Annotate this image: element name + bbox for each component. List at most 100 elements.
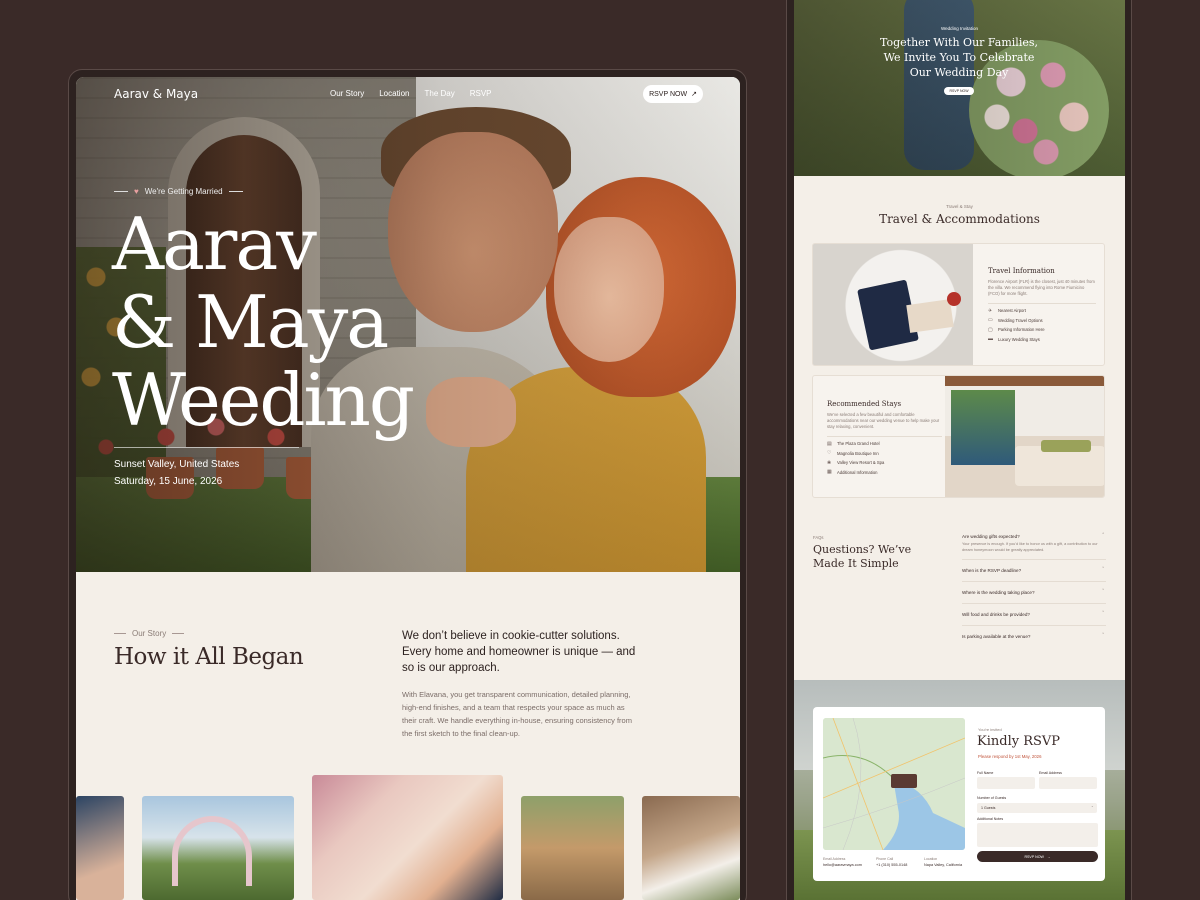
gallery-image-bouquet [642, 796, 740, 900]
nav-link-our-story[interactable]: Our Story [330, 89, 364, 98]
nav-brand[interactable]: Aarav & Maya [114, 87, 198, 101]
stays-title: Recommended Stays [827, 400, 902, 408]
chevron-down-icon: ˇ [1102, 633, 1104, 639]
hotel-icon: ▤ [827, 440, 832, 447]
story-body-text: With Elavana, you get transparent commun… [402, 690, 632, 738]
invitation-title: Together With Our Families, We Invite Yo… [880, 36, 1038, 79]
hero-location: Sunset Valley, United States [114, 459, 240, 470]
story-title: How it All Began [114, 644, 304, 670]
faq-item-deadline[interactable]: When is the RSVP deadline? ˇ [962, 560, 1106, 582]
hero-title: Aarav & Maya Weeding [112, 205, 472, 439]
rsvp-now-label: RSVP NOW [649, 90, 688, 98]
faq-answer: Your presence is enough. If you'd like t… [962, 542, 1098, 552]
faq-item-food[interactable]: Will food and drinks be provided? ˇ [962, 604, 1106, 626]
recommended-stays-card: Recommended Stays We've selected a few b… [812, 375, 1105, 498]
arrow-right-icon: → [1046, 854, 1051, 859]
stays-text: We've selected a few beautiful and comfo… [827, 412, 940, 429]
gallery-image-floral-arch [142, 796, 294, 900]
faq-item-parking[interactable]: Is parking available at the venue? ˇ [962, 626, 1106, 647]
hero-eyebrow-text: We're Getting Married [144, 187, 223, 196]
heart-outline-icon: ♡ [827, 450, 832, 457]
guests-select-value: 1 Guests [981, 806, 996, 810]
venue-map[interactable] [823, 718, 965, 850]
full-name-label: Full Name [977, 771, 994, 775]
chevron-down-icon: ˇ [1102, 567, 1104, 573]
contact-email[interactable]: Email Address hello@aaravmaya.com [823, 857, 862, 867]
chevron-down-icon: ˇ [1091, 805, 1093, 810]
contact-phone[interactable]: Phone Call +1 (310) 555-0148 [876, 857, 907, 867]
faq-item-gifts[interactable]: Are wedding gifts expected? Your presenc… [962, 530, 1106, 560]
story-eyebrow: Our Story [114, 629, 185, 638]
hero-title-line-1: Aarav [112, 202, 317, 286]
parking-icon: ▢ [988, 326, 993, 333]
rsvp-submit-button[interactable]: RSVP NOW → [977, 851, 1098, 862]
travel-title: Travel & Accommodations [879, 212, 1040, 226]
passport-table-image [813, 244, 973, 365]
hero-eyebrow: ♥ We're Getting Married [114, 187, 243, 196]
chevron-down-icon: ˇ [1102, 589, 1104, 595]
hero-title-line-3: Weeding [112, 358, 415, 442]
faq-title: Questions? We’ve Made It Simple [813, 543, 912, 570]
email-label: Email Address [1039, 771, 1062, 775]
contact-location-label: Location [924, 857, 938, 861]
faq-eyebrow: FAQs [813, 535, 824, 540]
chevron-down-icon: ˇ [1102, 611, 1104, 617]
hero-section: Aarav & Maya Our Story Location The Day … [76, 77, 740, 572]
hero-title-line-2: & Maya [112, 280, 389, 364]
arrow-up-right-icon: ↗ [691, 91, 697, 98]
gallery-image-rings [312, 775, 503, 900]
rsvp-deadline: Please respond by 1st May, 2026 [978, 754, 1042, 759]
homepage-preview: Aarav & Maya Our Story Location The Day … [76, 77, 740, 900]
faq-item-location[interactable]: Where is the wedding taking place? ˇ [962, 582, 1106, 604]
hotel-room-image [945, 376, 1104, 497]
full-name-input[interactable] [977, 777, 1035, 789]
rsvp-now-button[interactable]: RSVP NOW ↗ [643, 85, 703, 103]
stay-item-magnolia[interactable]: ♡ Magnolia Boutique Inn [827, 449, 942, 459]
guests-label: Number of Guests [977, 796, 1007, 800]
hero-date: Saturday, 15 June, 2026 [114, 476, 223, 487]
bed-icon: ▬ [988, 336, 993, 343]
details-page-preview: Wedding Invitation Together With Our Fam… [794, 0, 1125, 900]
gallery-image-table [521, 796, 624, 900]
travel-item-options[interactable]: ▭ Wedding Travel Options [988, 316, 1096, 326]
faq-question: Is parking available at the venue? [962, 634, 1031, 639]
faq-question: Where is the wedding taking place? [962, 590, 1035, 595]
travel-info-text: Florence Airport (FLR) is the closest, j… [988, 279, 1095, 296]
hero-divider [114, 447, 299, 448]
contact-email-value: hello@aaravmaya.com [823, 863, 862, 867]
gallery-image-hands [76, 796, 124, 900]
story-lead-text: We don’t believe in cookie-cutter soluti… [402, 630, 636, 674]
invitation-rsvp-button[interactable]: RSVP NOW [944, 87, 974, 95]
nav-link-location[interactable]: Location [379, 89, 409, 98]
rsvp-submit-label: RSVP NOW [1024, 854, 1044, 859]
stay-item-plaza[interactable]: ▤ The Plaza Grand Hotel [827, 439, 942, 449]
faq-question: Will food and drinks be provided? [962, 612, 1030, 617]
stay-item-additional[interactable]: ▦ Additional Information [827, 468, 942, 478]
travel-item-parking[interactable]: ▢ Parking Information Here [988, 325, 1096, 335]
contact-location-value: Napa Valley, California [924, 863, 963, 867]
heart-icon: ♥ [134, 187, 139, 196]
travel-item-stays[interactable]: ▬ Luxury Wedding Stays [988, 335, 1096, 345]
notes-textarea[interactable] [977, 823, 1098, 847]
faq-question: When is the RSVP deadline? [962, 568, 1022, 573]
car-icon: ▭ [988, 317, 993, 324]
invitation-eyebrow: Wedding Invitation [941, 26, 978, 31]
rsvp-eyebrow: You're invited [978, 727, 1002, 732]
chevron-up-icon: ˆ [1102, 533, 1104, 539]
faq-list: Are wedding gifts expected? Your presenc… [962, 530, 1106, 647]
nav-link-the-day[interactable]: The Day [424, 89, 454, 98]
guests-select[interactable]: 1 Guests ˇ [977, 803, 1097, 813]
nav-link-rsvp[interactable]: RSVP [470, 89, 492, 98]
email-input[interactable] [1039, 777, 1097, 789]
invitation-hero: Wedding Invitation Together With Our Fam… [794, 0, 1125, 176]
plane-icon: ✈ [988, 307, 993, 314]
travel-info-title: Travel Information [988, 267, 1055, 275]
contact-location[interactable]: Location Napa Valley, California [924, 857, 962, 867]
contact-phone-label: Phone Call [876, 857, 894, 861]
stay-item-valley-view[interactable]: ❀ Valley View Resort & Spa [827, 458, 942, 468]
travel-item-airport[interactable]: ✈ Nearest Airport [988, 306, 1096, 316]
rsvp-card: Email Address hello@aaravmaya.com Phone … [813, 707, 1105, 881]
faq-question: Are wedding gifts expected? [962, 534, 1020, 539]
info-icon: ▦ [827, 469, 832, 476]
travel-eyebrow: Travel & Stay [946, 204, 973, 209]
